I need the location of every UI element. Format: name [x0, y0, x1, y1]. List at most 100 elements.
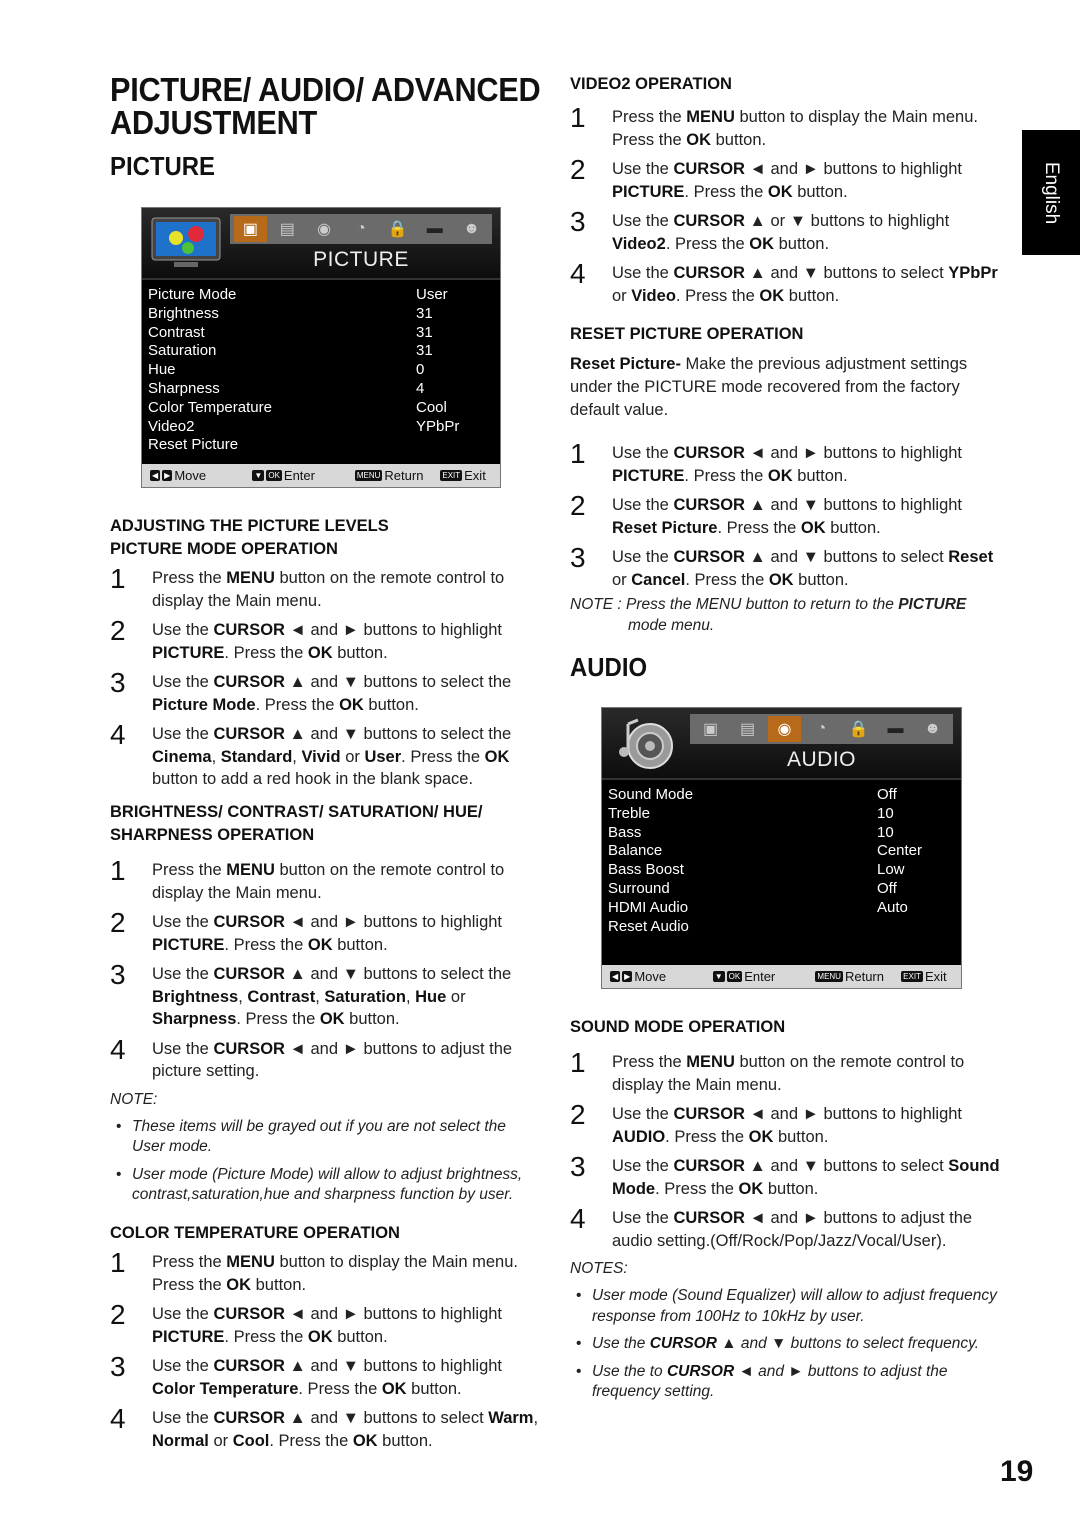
page-title-line2: ADJUSTMENT [110, 104, 317, 141]
time-icon[interactable]: ◔ [345, 216, 378, 242]
bcsh-steps: 1 Press the MENU button on the remote con… [110, 857, 540, 1083]
instruction-step: 1 Use the CURSOR ◄ and ► buttons to highl… [570, 440, 1000, 487]
picture-icon[interactable]: ▣ [234, 216, 267, 242]
step-number: 2 [570, 1099, 586, 1130]
audio-notes: • User mode (Sound Equalizer) will allow … [570, 1286, 1000, 1403]
ok-key-icon: OK [266, 470, 282, 481]
osd-menu-row[interactable]: Saturation 31 [148, 342, 494, 361]
instruction-step: 4 Use the CURSOR ◄ and ► buttons to adjus… [110, 1035, 540, 1083]
step-text: Use the CURSOR ◄ and ► buttons to highli… [152, 913, 503, 954]
step-number: 3 [570, 206, 586, 237]
osd-row-label: Saturation [148, 342, 217, 360]
step-number: 3 [110, 959, 126, 990]
lock-icon[interactable]: 🔒 [842, 716, 875, 742]
step-number: 2 [570, 154, 586, 185]
osd-header: ▣ ▤ ◉ ◔ 🔒 ▬ ☻ PICTURE [142, 208, 500, 280]
osd-row-label: Bass Boost [608, 861, 684, 879]
language-tab: English [1022, 130, 1080, 255]
note-item: • User mode (Sound Equalizer) will allow … [570, 1286, 1000, 1327]
step-text: Use the CURSOR ◄ and ► buttons to adjust… [152, 1039, 513, 1081]
section-heading-color-temp: COLOR TEMPERATURE OPERATION [110, 1224, 400, 1242]
footer-exit-hint: EXIT Exit [440, 468, 486, 483]
audio-heading: AUDIO [570, 652, 648, 682]
step-text: Use the CURSOR ▲ and ▼ buttons to highli… [152, 1357, 503, 1398]
parental-icon[interactable]: ☻ [916, 716, 949, 742]
osd-menu-row[interactable]: Reset Audio [608, 918, 955, 937]
screen-icon[interactable]: ▤ [271, 216, 304, 242]
osd-row-label: Picture Mode [148, 286, 237, 303]
instruction-step: 2 Use the CURSOR ◄ and ► buttons to highl… [110, 907, 540, 956]
osd-header: ▣ ▤ ◉ ◔ 🔒 ▬ ☻ AUDIO [602, 708, 961, 780]
osd-menu-row[interactable]: Hue 0 [148, 361, 494, 380]
step-number: 2 [110, 907, 126, 938]
note-item: • User mode (Picture Mode) will allow to … [110, 1165, 540, 1206]
osd-menu-row[interactable]: Balance Center [608, 842, 955, 861]
instruction-step: 3 Use the CURSOR ▲ and ▼ buttons to highl… [110, 1351, 540, 1400]
osd-menu-row[interactable]: Picture Mode User [148, 286, 494, 305]
osd-row-label: Sound Mode [608, 786, 694, 803]
osd-menu-row[interactable]: Sound Mode Off [608, 786, 955, 805]
osd-row-label: Surround [608, 879, 670, 897]
right-arrow-icon: ▶ [162, 470, 173, 481]
instruction-step: 3 Use the CURSOR ▲ or ▼ buttons to highli… [570, 206, 1000, 255]
picture-icon[interactable]: ▣ [694, 716, 727, 742]
instruction-step: 3 Use the CURSOR ▲ and ▼ buttons to selec… [110, 959, 540, 1031]
screen-icon[interactable]: ▤ [731, 716, 764, 742]
osd-footer: ◀ ▶ Move ▼ OK Enter MENU Return EXIT Exit [142, 464, 500, 487]
instruction-step: 3 Use the CURSOR ▲ and ▼ buttons to selec… [110, 669, 540, 716]
left-arrow-icon: ◀ [150, 470, 161, 481]
note-item: • Use the to CURSOR ◄ and ► buttons to ad… [570, 1362, 1000, 1403]
time-icon[interactable]: ◔ [805, 716, 838, 742]
bullet-icon: • [576, 1335, 582, 1352]
osd-rows: Picture Mode User Brightness 31 Contrast 31 Sa… [142, 280, 500, 455]
osd-menu-row[interactable]: Contrast 31 [148, 324, 494, 343]
step-text: Use the CURSOR ◄ and ► buttons to highli… [612, 444, 963, 485]
osd-row-value: 31 [416, 342, 433, 360]
step-text: Use the CURSOR ◄ and ► buttons to highli… [612, 1105, 963, 1146]
instruction-step: 2 Use the CURSOR ◄ and ► buttons to highl… [110, 617, 540, 664]
language-tab-label: English [1041, 161, 1062, 224]
lock-icon[interactable]: 🔒 [381, 216, 414, 242]
step-text: Use the CURSOR ▲ and ▼ buttons to select… [612, 548, 994, 589]
instruction-step: 1 Press the MENU button on the remote con… [570, 1049, 1000, 1096]
osd-menu-row[interactable]: Video2 YPbPr [148, 418, 494, 437]
note-text: These items will be grayed out if you ar… [132, 1117, 506, 1156]
audio-icon[interactable]: ◉ [308, 216, 341, 242]
tv-icon [151, 217, 221, 267]
audio-icon[interactable]: ◉ [768, 716, 801, 742]
osd-row-label: Sharpness [148, 379, 220, 397]
osd-menu-row[interactable]: Treble 10 [608, 805, 955, 824]
osd-row-value: Cool [416, 398, 447, 416]
setup-icon[interactable]: ▬ [418, 216, 451, 242]
bullet-icon: • [576, 1362, 582, 1380]
osd-menu-row[interactable]: Brightness 31 [148, 305, 494, 324]
osd-menu-row[interactable]: Bass 10 [608, 824, 955, 843]
osd-menu-row[interactable]: Color Temperature Cool [148, 399, 494, 418]
osd-menu-row[interactable]: Surround Off [608, 880, 955, 899]
footer-enter-hint: ▼ OK Enter [712, 969, 776, 984]
footer-move-hint: ◀ ▶ Move [610, 969, 667, 984]
osd-row-value: 0 [416, 361, 425, 379]
osd-tab-bar: ▣ ▤ ◉ ◔ 🔒 ▬ ☻ [230, 214, 492, 244]
section-heading-bcsh: BRIGHTNESS/ CONTRAST/ SATURATION/ HUE/ S… [110, 803, 483, 844]
setup-icon[interactable]: ▬ [879, 716, 912, 742]
page-number: 19 [1000, 1455, 1034, 1488]
instruction-step: 3 Use the CURSOR ▲ and ▼ buttons to selec… [570, 1151, 1000, 1200]
exit-key-icon: EXIT [440, 470, 463, 481]
step-number: 3 [570, 1151, 586, 1182]
osd-menu-row[interactable]: HDMI Audio Auto [608, 899, 955, 918]
down-arrow-icon: ▼ [252, 470, 265, 481]
osd-menu-row[interactable]: Sharpness 4 [148, 380, 494, 399]
osd-menu-row[interactable]: Bass Boost Low [608, 861, 955, 880]
picture-heading: PICTURE [110, 151, 215, 181]
bcsh-section: BRIGHTNESS/ CONTRAST/ SATURATION/ HUE/ S… [110, 801, 540, 1206]
instruction-step: 1 Press the MENU button on the remote con… [110, 857, 540, 904]
osd-menu-row[interactable]: Reset Picture [148, 436, 494, 455]
bullet-icon: • [576, 1287, 582, 1304]
step-number: 3 [110, 1351, 126, 1382]
parental-icon[interactable]: ☻ [455, 216, 488, 242]
step-number: 1 [570, 102, 586, 133]
section-heading-sound-mode: SOUND MODE OPERATION [570, 1018, 786, 1036]
step-number: 2 [110, 1299, 126, 1330]
step-number: 1 [110, 563, 126, 594]
